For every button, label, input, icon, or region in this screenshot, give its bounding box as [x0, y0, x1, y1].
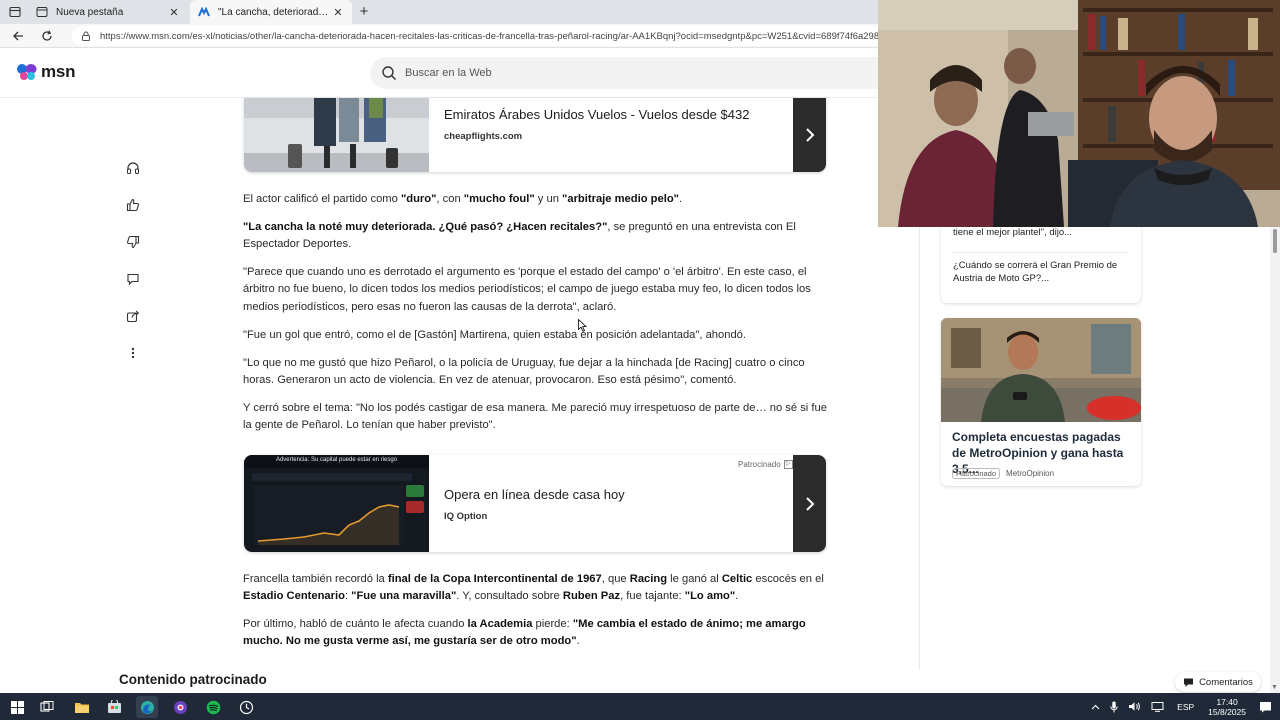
browser-icon[interactable] [169, 696, 191, 718]
smiling-man-phone-image [941, 318, 1141, 422]
mouse-cursor-icon [578, 319, 587, 332]
refresh-icon[interactable] [39, 28, 55, 44]
sponsored-label: Patrocinado ▷ [738, 460, 793, 469]
article-paragraph: Francella también recordó la final de la… [243, 573, 824, 603]
clock-time: 17:40 [1216, 696, 1238, 707]
close-tab-icon[interactable]: ✕ [332, 6, 344, 19]
chevron-up-icon[interactable] [1091, 704, 1100, 710]
trading-chart-image [244, 455, 429, 552]
site-info-icon[interactable] [80, 30, 92, 42]
travelers-airport-image [244, 98, 429, 172]
article-paragraph: "Fue un gol que entró, como el de [Gastó… [243, 329, 747, 341]
chevron-right-icon[interactable] [793, 98, 826, 172]
task-view-icon[interactable] [36, 696, 58, 718]
related-story-link[interactable]: tiene el mejor plantel", dijo... [953, 226, 1129, 252]
page-scrollbar[interactable]: ▼ [1270, 227, 1280, 693]
search-placeholder: Buscar en la Web [405, 67, 492, 79]
notifications-icon[interactable] [1259, 701, 1272, 713]
sponsored-badge: Patrocinado [952, 468, 1001, 479]
windows-start-icon[interactable] [6, 696, 28, 718]
url-text: https://www.msn.com/es-xl/noticias/other… [100, 30, 885, 42]
sponsored-card-survey[interactable]: Completa encuestas pagadas de MetroOpini… [941, 318, 1141, 486]
related-story-link[interactable]: ¿Cuándo se correrá el Gran Premio de Aus… [953, 259, 1129, 285]
sponsored-content-heading: Contenido patrocinado [119, 672, 267, 687]
article-paragraph: El actor calificó el partido como "duro"… [243, 193, 683, 205]
taskbar-clock[interactable]: 17:40 15/8/2025 [1208, 697, 1246, 717]
store-icon[interactable] [103, 696, 125, 718]
webcam-overlay-video [878, 0, 1280, 227]
new-tab-button[interactable]: + [356, 3, 372, 21]
comments-label: Comentarios [1199, 676, 1253, 688]
comment-icon [1183, 677, 1194, 688]
search-icon [382, 66, 397, 81]
thumbs-down-icon[interactable] [120, 229, 146, 255]
comment-icon[interactable] [120, 266, 146, 292]
speaker-icon[interactable] [1128, 701, 1141, 712]
clock-date: 15/8/2025 [1208, 706, 1246, 717]
file-explorer-icon[interactable] [71, 696, 93, 718]
tab-title: "La cancha, deteriorada. ¿Hacen recitale… [218, 6, 332, 18]
system-tray: ESP 17:40 15/8/2025 [1086, 693, 1280, 720]
spotify-icon[interactable] [202, 696, 224, 718]
thumbs-up-icon[interactable] [120, 192, 146, 218]
share-icon[interactable] [120, 303, 146, 329]
msn-favicon-icon [198, 6, 210, 17]
msn-butterfly-icon [17, 64, 37, 80]
ad-source: IQ Option [444, 511, 488, 522]
column-divider [919, 226, 920, 670]
windows-taskbar: ESP 17:40 15/8/2025 [0, 693, 1280, 720]
article-paragraph: "La cancha la noté muy deteriorada. ¿Qué… [243, 221, 796, 251]
tab-title: Nueva pestaña [56, 6, 124, 18]
back-icon[interactable] [10, 28, 26, 44]
edge-icon[interactable] [136, 696, 158, 718]
comments-button[interactable]: Comentarios [1175, 672, 1261, 692]
more-icon[interactable] [120, 340, 146, 366]
search-input[interactable]: Buscar en la Web [370, 57, 930, 89]
chevron-right-icon[interactable] [793, 455, 826, 552]
ad-title[interactable]: Emiratos Árabes Unidos Vuelos - Vuelos d… [444, 107, 749, 122]
ad-title[interactable]: Opera en línea desde casa hoy [444, 487, 625, 502]
close-tab-icon[interactable]: ✕ [168, 6, 180, 19]
ad-meta: Patrocinado MetroOpinion [952, 468, 1054, 479]
msn-logo[interactable]: msn [16, 62, 76, 82]
tab-new-tab[interactable]: Nueva pestaña ✕ [28, 0, 188, 24]
tab-article[interactable]: "La cancha, deteriorada. ¿Hacen recitale… [190, 0, 352, 24]
sponsored-card-flights[interactable]: Emiratos Árabes Unidos Vuelos - Vuelos d… [244, 98, 826, 172]
scroll-down-icon[interactable]: ▼ [1271, 684, 1278, 691]
divider [953, 252, 1129, 253]
article-action-rail [120, 155, 146, 377]
language-indicator[interactable]: ESP [1177, 702, 1194, 712]
risk-warning-banner: Advertencia: Su capital puede estar en r… [275, 457, 398, 463]
ad-advertiser: MetroOpinion [1006, 469, 1055, 478]
article-paragraph: "Parece que cuando uno es derrotado el a… [243, 266, 811, 313]
clock-app-icon[interactable] [235, 696, 257, 718]
sponsored-card-trading[interactable]: Advertencia: Su capital puede estar en r… [244, 455, 826, 552]
new-tab-page-icon [36, 7, 48, 17]
scrollbar-thumb[interactable] [1273, 229, 1277, 253]
headphones-icon[interactable] [120, 155, 146, 181]
related-stories-card: tiene el mejor plantel", dijo... ¿Cuándo… [941, 226, 1141, 303]
article-paragraph: "Lo que no me gustó que hizo Peñarol, o … [243, 357, 805, 387]
logo-text: msn [41, 62, 76, 81]
network-icon[interactable] [1151, 701, 1164, 712]
tab-actions-icon[interactable] [6, 4, 24, 20]
article-paragraph: Por último, habló de cuánto le afecta cu… [243, 618, 806, 648]
ad-source: cheapflights.com [444, 131, 523, 142]
adchoices-icon[interactable]: ▷ [783, 460, 793, 469]
article-paragraph: Y cerró sobre el tema: "No los podés cas… [243, 402, 827, 432]
url-field[interactable]: https://www.msn.com/es-xl/noticias/other… [72, 26, 892, 46]
microphone-icon[interactable] [1110, 701, 1118, 713]
